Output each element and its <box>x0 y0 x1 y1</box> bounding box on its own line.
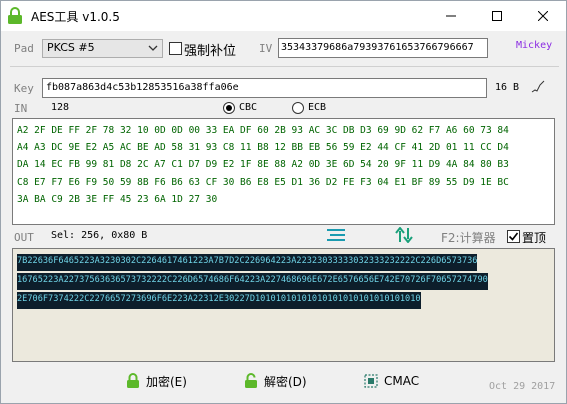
encrypt-label: 加密(E) <box>146 374 187 389</box>
output-line: 7B22636F6465223A3230302C2264617461223A7B… <box>17 254 478 271</box>
window-title: AES工具 v1.0.5 <box>31 10 120 24</box>
out-label: OUT <box>14 231 34 244</box>
ecb-label: ECB <box>308 102 327 113</box>
close-icon <box>538 11 548 21</box>
pin-top-checkbox[interactable] <box>507 230 520 243</box>
in-length: 128 <box>51 102 70 113</box>
output-line: 2E706F7374222C2276657273696F6E223A22312E… <box>17 292 421 309</box>
graph-icon[interactable] <box>531 80 545 94</box>
minimize-button[interactable] <box>428 1 474 31</box>
maximize-button[interactable] <box>474 1 520 31</box>
output-textarea[interactable]: 7B22636F6465223A3230302C2264617461223A7B… <box>12 248 555 362</box>
chevron-down-icon <box>148 45 158 51</box>
iv-label: IV <box>259 42 273 55</box>
ecb-radio[interactable] <box>292 102 304 114</box>
cmac-button[interactable]: CMAC <box>364 370 419 392</box>
cmac-label: CMAC <box>384 374 420 388</box>
minimize-icon <box>446 15 456 17</box>
lock-app-icon <box>8 7 22 24</box>
swap-arrows-icon[interactable] <box>395 227 413 243</box>
output-line: 16765223A22737563636573732222C226D657468… <box>17 273 488 290</box>
title-bar[interactable]: AES工具 v1.0.5 <box>1 1 566 31</box>
calculator-button[interactable]: F2:计算器 <box>441 229 496 246</box>
maximize-icon <box>492 11 502 21</box>
decrypt-button[interactable]: 解密(D) <box>244 370 307 392</box>
encrypt-button[interactable]: 加密(E) <box>126 370 187 392</box>
author-label: Mickey <box>516 40 553 51</box>
input-line: A2 2F DE FF 2F 78 32 10 0D 0D 00 33 EA D… <box>17 125 509 136</box>
input-line: 3A BA C9 2B 3E FF 45 23 6A 1D 27 30 <box>17 193 218 205</box>
key-label: Key <box>14 82 34 95</box>
force-pad-label: 强制补位 <box>184 44 237 59</box>
align-lines-icon[interactable] <box>327 228 345 242</box>
cbc-label: CBC <box>239 102 258 113</box>
pin-top-label: 置顶 <box>522 231 547 245</box>
cbc-radio[interactable] <box>223 102 235 114</box>
cmac-icon <box>364 374 378 388</box>
pad-select-value: PKCS #5 <box>47 41 95 54</box>
key-length: 16 B <box>495 82 520 93</box>
in-label: IN <box>14 102 28 115</box>
divider <box>10 66 559 67</box>
input-textarea[interactable]: A2 2F DE FF 2F 78 32 10 0D 0D 00 33 EA D… <box>12 118 555 225</box>
pad-select[interactable]: PKCS #5 <box>42 39 163 58</box>
iv-input[interactable]: 35343379686a79393761653766796667 <box>278 38 488 58</box>
unlock-icon <box>245 373 257 388</box>
input-line: C8 E7 F7 E6 F9 50 59 8B F6 B6 63 CF 30 B… <box>17 176 509 188</box>
app-window: AES工具 v1.0.5 Pad PKCS #5 强制补位 IV 3534337… <box>0 0 567 404</box>
decrypt-label: 解密(D) <box>264 374 307 389</box>
input-line: A4 A3 DC 9E E2 A5 AC BE AD 58 31 93 C8 1… <box>17 142 509 154</box>
selection-info: Sel: 256, 0x80 B <box>51 230 148 241</box>
pad-label: Pad <box>14 42 34 55</box>
build-date: Oct 29 2017 <box>489 381 556 392</box>
close-button[interactable] <box>520 1 566 31</box>
input-line: DA 14 EC FB 99 81 D8 2C A7 C1 D7 D9 E2 1… <box>17 159 509 171</box>
key-input[interactable]: fb087a863d4c53b12853516a38ffa06e <box>42 78 487 98</box>
force-pad-checkbox[interactable] <box>169 42 182 55</box>
lock-icon <box>127 373 139 388</box>
checkmark-icon <box>508 232 519 241</box>
